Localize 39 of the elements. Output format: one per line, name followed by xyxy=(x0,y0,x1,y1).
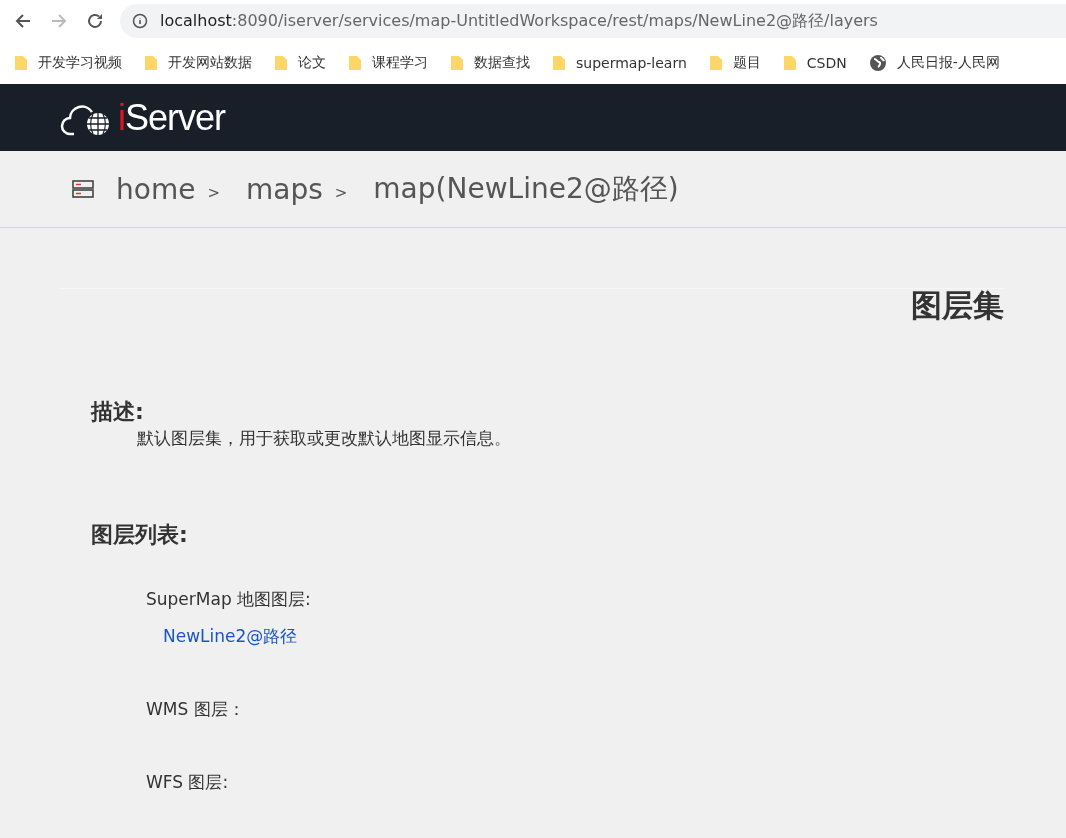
bookmark[interactable]: 数据查找 xyxy=(450,54,530,72)
bookmark[interactable]: 课程学习 xyxy=(348,54,428,72)
page-title: 图层集 xyxy=(910,286,1004,325)
layer-group-label: SuperMap 地图图层: xyxy=(146,588,312,611)
forward-arrow-icon xyxy=(50,12,68,30)
section-heading: 图层列表: xyxy=(91,521,189,549)
breadcrumb-link[interactable]: maps xyxy=(245,172,323,206)
breadcrumb-separator: > xyxy=(207,184,220,202)
folder-icon xyxy=(782,55,797,71)
server-icon xyxy=(72,180,94,198)
folder-icon xyxy=(144,55,158,71)
address-bar[interactable]: localhost:8090/iserver/services/map-UntitledWorkspace/rest/maps/NewLine2@路径/layers xyxy=(120,4,1066,38)
back-arrow-icon xyxy=(14,12,32,30)
bookmark[interactable]: 人民日报-人民网 xyxy=(868,54,1000,72)
layer-link[interactable]: NewLine2@路径 xyxy=(163,625,298,648)
folder-icon xyxy=(348,55,362,71)
bookmark[interactable]: CSDN xyxy=(782,55,847,71)
breadcrumb-separator: > xyxy=(334,184,348,202)
bookmark[interactable]: 论文 xyxy=(274,54,326,72)
layer-group-label: WMS 图层： xyxy=(146,698,246,721)
layer-group-label: WFS 图层: xyxy=(146,771,230,794)
description-text: 默认图层集，用于获取或更改默认地图显示信息。 xyxy=(137,427,512,450)
bookmark[interactable]: 开发网站数据 xyxy=(144,54,252,72)
folder-icon xyxy=(14,55,28,71)
section-heading: 描述: xyxy=(91,398,145,426)
breadcrumb-link[interactable]: map(NewLine2@路径) xyxy=(373,170,679,208)
globe-icon xyxy=(868,54,887,72)
logo-text: iServer xyxy=(118,96,226,139)
folder-icon xyxy=(552,55,566,71)
breadcrumb-link[interactable]: home xyxy=(116,172,196,206)
folder-icon xyxy=(274,55,288,71)
bookmark[interactable]: supermap-learn xyxy=(552,55,687,71)
folder-icon xyxy=(450,55,464,71)
url-text: localhost:8090/iserver/services/map-UntitledWorkspace/rest/maps/NewLine2@路径/layers xyxy=(160,10,878,32)
bookmark[interactable]: 开发学习视频 xyxy=(14,54,122,72)
reload-icon xyxy=(86,12,104,30)
folder-icon xyxy=(708,55,723,71)
bookmark[interactable]: 题目 xyxy=(708,54,761,72)
info-icon xyxy=(132,13,148,29)
